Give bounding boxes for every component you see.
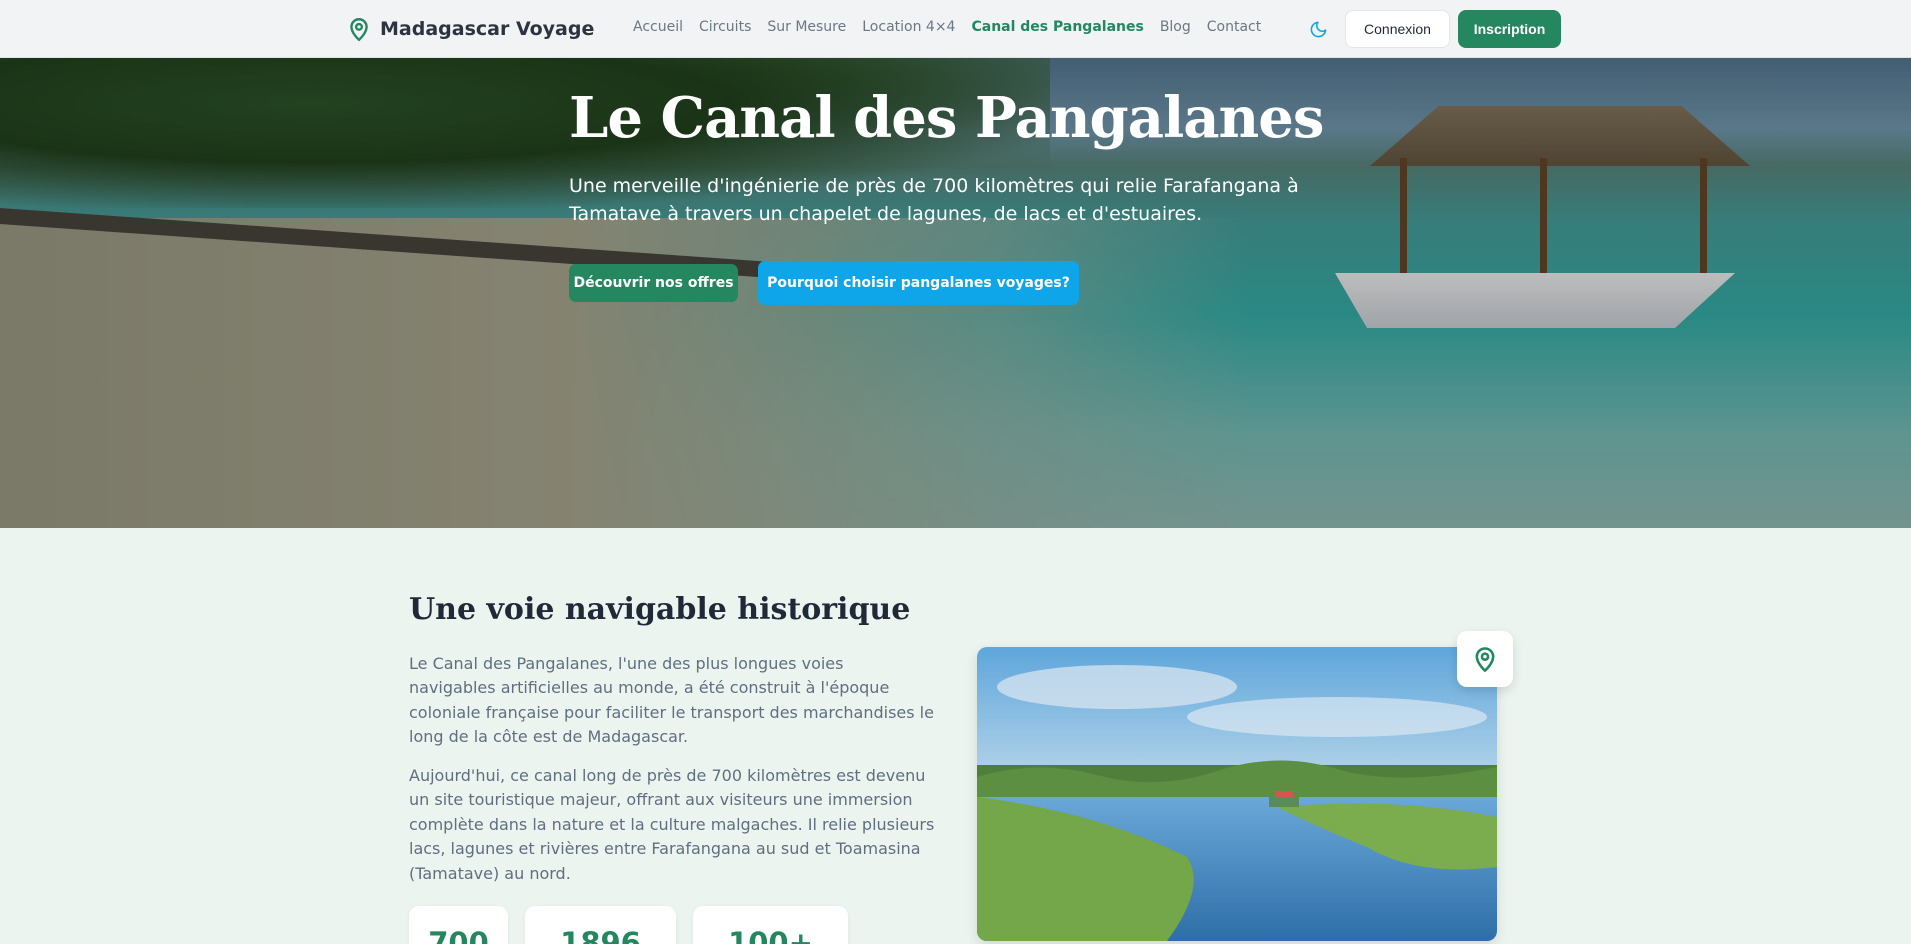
nav-link-blog[interactable]: Blog — [1160, 19, 1191, 35]
map-pin-icon — [350, 18, 368, 42]
nav-link-location-4x4[interactable]: Location 4×4 — [862, 19, 955, 35]
canal-photo — [977, 647, 1497, 941]
location-pin-badge[interactable] — [1457, 631, 1513, 687]
stat-value: 1896 — [560, 926, 641, 944]
brand-logo-link[interactable]: Madagascar Voyage — [346, 14, 594, 44]
main-nav: Accueil Circuits Sur Mesure Location 4×4… — [633, 19, 1261, 35]
history-paragraph-2: Aujourd'hui, ce canal long de près de 70… — [409, 766, 935, 883]
history-paragraph-1: Le Canal des Pangalanes, l'une des plus … — [409, 654, 934, 747]
signup-button[interactable]: Inscription — [1458, 10, 1561, 48]
stat-value: 700 — [428, 926, 489, 944]
stat-card: 1896 — [525, 906, 676, 944]
login-button[interactable]: Connexion — [1345, 10, 1450, 48]
theme-toggle-button[interactable] — [1306, 17, 1330, 41]
nav-link-accueil[interactable]: Accueil — [633, 19, 683, 35]
stat-card: 100+ — [693, 906, 848, 944]
hero-subtitle: Une merveille d'ingénierie de près de 70… — [569, 175, 1299, 225]
nav-link-contact[interactable]: Contact — [1207, 19, 1261, 35]
brand-name: Madagascar Voyage — [380, 18, 595, 40]
nav-link-canal-des-pangalanes[interactable]: Canal des Pangalanes — [971, 19, 1143, 35]
hero-title: Le Canal des Pangalanes — [569, 85, 1324, 151]
nav-link-circuits[interactable]: Circuits — [699, 19, 751, 35]
stat-card: 700 — [409, 906, 508, 944]
map-pin-icon — [1475, 647, 1495, 672]
stat-value: 100+ — [728, 926, 813, 944]
top-navbar: Madagascar Voyage Accueil Circuits Sur M… — [0, 0, 1911, 58]
why-choose-button[interactable]: Pourquoi choisir pangalanes voyages? — [758, 261, 1079, 305]
hero-banner: Le Canal des Pangalanes Une merveille d'… — [0, 58, 1911, 528]
nav-link-sur-mesure[interactable]: Sur Mesure — [767, 19, 846, 35]
discover-offers-button[interactable]: Découvrir nos offres — [569, 264, 738, 302]
moon-icon — [1310, 21, 1326, 37]
section-title: Une voie navigable historique — [409, 592, 911, 627]
